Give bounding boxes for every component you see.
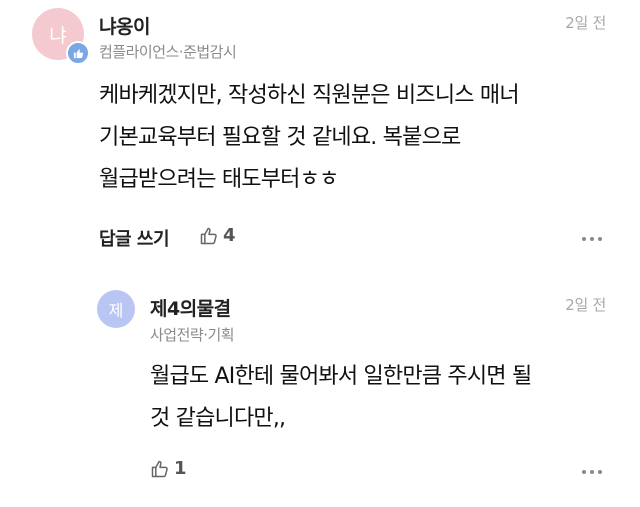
avatar-initial: 제 — [108, 301, 124, 320]
reply-time: 2일 전 — [565, 296, 606, 314]
reply-body-line: 것 같습니다만,, — [150, 406, 286, 431]
thumbs-up-icon — [150, 459, 170, 479]
more-icon[interactable] — [582, 466, 602, 478]
reply-affiliation: 사업전략·기획 — [150, 326, 235, 344]
avatar[interactable]: 제 — [97, 290, 135, 328]
reply-body: 월급도 AI한테 물어봐서 일한만큼 주시면 될 것 같습니다만,, — [150, 356, 532, 440]
reply-body-line: 월급도 AI한테 물어봐서 일한만큼 주시면 될 — [150, 364, 532, 389]
reply-author[interactable]: 제4의물결 — [150, 294, 231, 321]
like-button[interactable]: 1 — [150, 458, 187, 479]
reply-comment: 제 제4의물결 사업전략·기획 2일 전 월급도 AI한테 물어봐서 일한만큼 … — [0, 0, 640, 507]
like-count: 1 — [174, 458, 187, 479]
